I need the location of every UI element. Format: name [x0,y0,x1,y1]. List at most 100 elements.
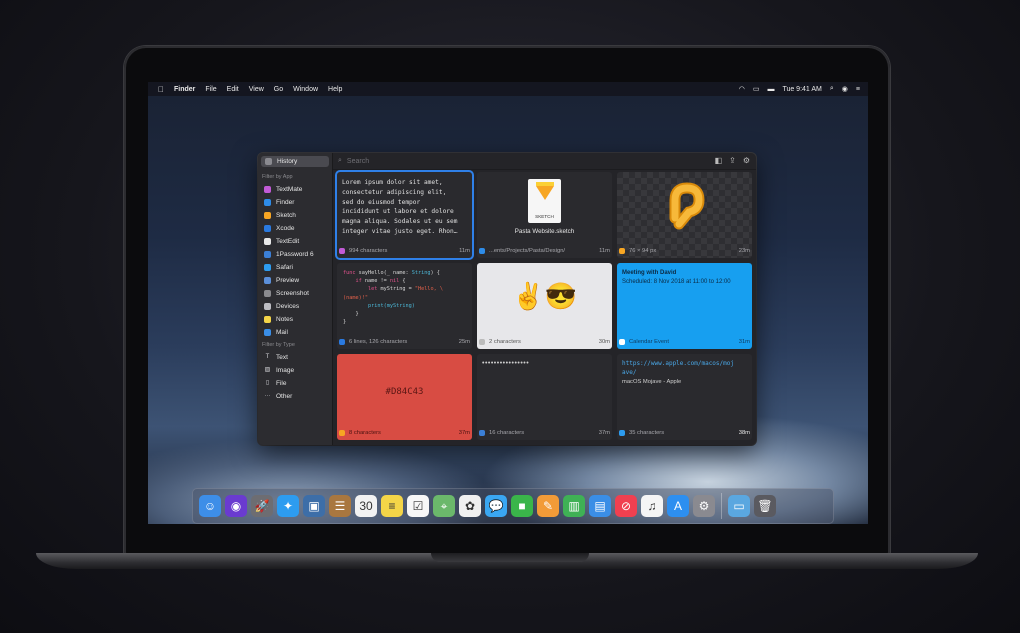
menu-go[interactable]: Go [274,86,283,93]
sidebar-item-xcode[interactable]: Xcode [258,222,332,235]
maps-dock-icon[interactable]: ⌖ [433,495,455,517]
facetime-dock-icon[interactable]: ■ [511,495,533,517]
apple-menu-icon[interactable]:  [158,85,164,94]
textedit-icon [264,238,271,245]
sidebar-item-label: Mail [276,329,288,336]
filter-by-type-heading: Filter by Type [262,342,295,348]
text-type-icon: T [265,354,270,360]
clip-time: 11m [459,248,470,254]
clip-card-emoji[interactable]: ✌️😎 2 characters 30m [477,263,612,349]
textmate-icon [264,186,271,193]
onepassword-icon [479,430,485,436]
battery-icon[interactable]: ▬ [767,86,774,93]
music-dock-icon[interactable]: ♫ [641,495,663,517]
siri-dock-icon[interactable]: ◉ [225,495,247,517]
system-preferences-dock-icon[interactable]: ⚙ [693,495,715,517]
sidebar-item-label: Safari [276,264,293,271]
other-type-icon: ··· [264,393,271,399]
search-input[interactable]: Search [347,158,369,165]
clip-card-sketch-file[interactable]: SKETCH Pasta Website.sketch ...ents/Proj… [477,172,612,258]
sidebar-item-screenshot[interactable]: Screenshot [258,287,332,300]
notification-center-icon[interactable]: ≡ [856,86,860,93]
sidebar-type-other[interactable]: ··· Other [258,390,332,403]
sidebar-type-text[interactable]: T Text [258,351,332,364]
sidebar-item-textmate[interactable]: TextMate [258,183,332,196]
clip-meta: 6 lines, 126 characters [349,339,408,345]
sidebar-item-label: 1Password 6 [276,251,314,258]
sidebar-item-textedit[interactable]: TextEdit [258,235,332,248]
mail-icon [264,329,271,336]
clipboard-main: ⌕ Search ◧ ⇪ ⚙ Lorem ipsum dolor sit ame… [333,153,756,445]
sidebar-type-image[interactable]: ▨ Image [258,364,332,377]
clip-card-lorem[interactable]: Lorem ipsum dolor sit amet, consectetur … [337,172,472,258]
sidebar-history[interactable]: History [261,156,329,167]
app-store-dock-icon[interactable]: A [667,495,689,517]
clip-time: 11m [599,248,610,254]
pasta-logo-image [669,182,705,230]
messages-dock-icon[interactable]: 💬 [485,495,507,517]
safari-dock-icon[interactable]: ✦ [277,495,299,517]
menu-help[interactable]: Help [328,86,342,93]
sketch-file-icon: SKETCH [528,179,561,223]
launchpad-dock-icon[interactable]: 🚀 [251,495,273,517]
menu-file[interactable]: File [205,86,216,93]
reminders-dock-icon[interactable]: ☑ [407,495,429,517]
sidebar: History Filter by App TextMate Finder Sket… [258,153,333,445]
finder-icon [264,199,271,206]
clip-card-password[interactable]: •••••••••••••••• 16 characters 37m [477,354,612,440]
airplay-icon[interactable]: ▭ [753,85,760,93]
numbers-dock-icon[interactable]: ▥ [563,495,585,517]
sidebar-item-1password-6[interactable]: 1Password 6 [258,248,332,261]
contacts-dock-icon[interactable]: ☰ [329,495,351,517]
menu-app-name[interactable]: Finder [174,86,195,93]
photos-dock-icon[interactable]: ✿ [459,495,481,517]
clip-card-code[interactable]: func sayHello(_ name: String) { if name … [337,263,472,349]
devices-icon [264,303,271,310]
menu-edit[interactable]: Edit [227,86,239,93]
clip-card-color[interactable]: #D84C43 8 characters 37m [337,354,472,440]
history-icon [265,158,272,165]
news-dock-icon[interactable]: ⊘ [615,495,637,517]
share-icon[interactable]: ⇪ [729,156,736,165]
menu-view[interactable]: View [249,86,264,93]
finder-dock-icon[interactable]: ☺ [199,495,221,517]
trash-dock-icon[interactable]: 🗑 [754,495,776,517]
filter-by-app-heading: Filter by App [262,174,293,180]
sidebar-toggle-icon[interactable]: ◧ [715,156,723,165]
clip-grid: Lorem ipsum dolor sit amet, consectetur … [337,172,753,440]
downloads-folder-dock-icon[interactable]: ▭ [728,495,750,517]
sidebar-item-preview[interactable]: Preview [258,274,332,287]
notes-dock-icon[interactable]: ≡ [381,495,403,517]
safari-icon [264,264,271,271]
clip-time: 37m [458,430,470,436]
laptop-notch [431,553,589,562]
spotlight-search-icon[interactable]: ⌕ [830,85,834,93]
keynote-dock-icon[interactable]: ▤ [589,495,611,517]
sidebar-item-notes[interactable]: Notes [258,313,332,326]
clip-link-title: macOS Mojave - Apple [622,379,682,385]
notes-icon [264,316,271,323]
textedit-icon [479,339,485,345]
clip-card-link[interactable]: https://www.apple.com/macos/moj ave/ mac… [617,354,752,440]
pages-dock-icon[interactable]: ✎ [537,495,559,517]
menu-window[interactable]: Window [293,86,318,93]
menu-clock[interactable]: Tue 9:41 AM [782,86,821,93]
calendar-dock-icon[interactable]: 30 [355,495,377,517]
sidebar-item-safari[interactable]: Safari [258,261,332,274]
sidebar-item-finder[interactable]: Finder [258,196,332,209]
wifi-icon[interactable]: ◠ [739,85,745,93]
sidebar-item-devices[interactable]: Devices [258,300,332,313]
xcode-icon [339,339,345,345]
sidebar-type-file[interactable]: ▯ File [258,377,332,390]
clip-card-calendar-event[interactable]: Meeting with David Scheduled: 8 Nov 2018… [617,263,752,349]
siri-menu-icon[interactable]: ◉ [842,85,848,93]
clip-card-image[interactable]: 76 × 94 px 23m [617,172,752,258]
sidebar-item-label: Image [276,367,295,374]
sidebar-item-sketch[interactable]: Sketch [258,209,332,222]
photo-booth-dock-icon[interactable]: ▣ [303,495,325,517]
sidebar-item-mail[interactable]: Mail [258,326,332,339]
sidebar-item-label: Devices [276,303,300,310]
sidebar-item-label: Notes [276,316,293,323]
settings-gear-icon[interactable]: ⚙ [743,156,750,165]
clip-color-value: #D84C43 [385,387,424,397]
